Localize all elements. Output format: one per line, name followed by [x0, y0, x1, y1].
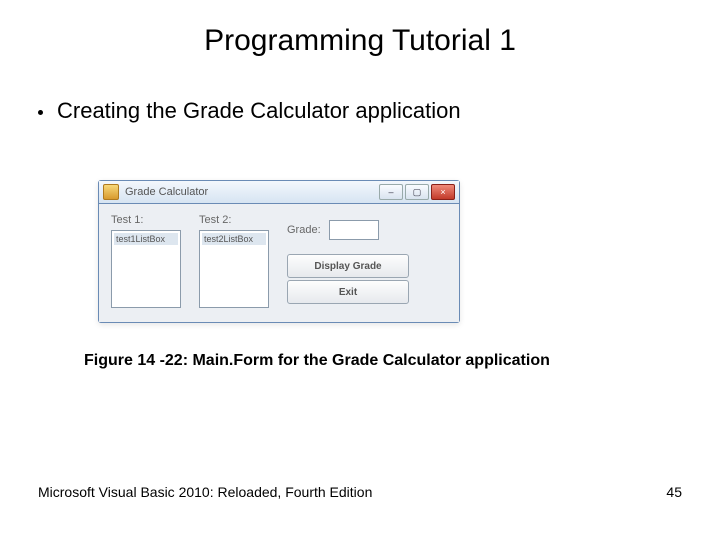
slide-title: Programming Tutorial 1 — [0, 24, 720, 58]
grade-row: Grade: — [287, 220, 447, 240]
test1-listbox[interactable]: test1ListBox — [111, 230, 181, 308]
exit-button[interactable]: Exit — [287, 280, 409, 304]
figure: Grade Calculator – ▢ × Test 1: test1List… — [98, 180, 458, 323]
vb-window: Grade Calculator – ▢ × Test 1: test1List… — [98, 180, 460, 323]
button-stack: Display Grade Exit — [287, 254, 447, 304]
close-icon: × — [432, 185, 454, 199]
app-icon — [103, 184, 119, 200]
bullet-text: Creating the Grade Calculator applicatio… — [57, 98, 461, 124]
display-grade-button[interactable]: Display Grade — [287, 254, 409, 278]
test1-label: Test 1: — [111, 214, 181, 226]
grade-output — [329, 220, 379, 240]
grade-label: Grade: — [287, 224, 321, 236]
footer-source: Microsoft Visual Basic 2010: Reloaded, F… — [38, 484, 372, 500]
window-title: Grade Calculator — [125, 186, 373, 198]
list-item[interactable]: test1ListBox — [114, 233, 178, 245]
window-body: Test 1: test1ListBox Test 2: test2ListBo… — [99, 204, 459, 322]
minimize-button[interactable]: – — [379, 184, 403, 200]
page-number: 45 — [666, 484, 682, 500]
test2-column: Test 2: test2ListBox — [199, 214, 269, 308]
test2-listbox[interactable]: test2ListBox — [199, 230, 269, 308]
window-titlebar: Grade Calculator – ▢ × — [99, 181, 459, 204]
maximize-button[interactable]: ▢ — [405, 184, 429, 200]
window-buttons: – ▢ × — [379, 184, 455, 200]
test1-column: Test 1: test1ListBox — [111, 214, 181, 308]
right-column: Grade: Display Grade Exit — [287, 220, 447, 308]
figure-caption: Figure 14 -22: Main.Form for the Grade C… — [84, 352, 550, 370]
maximize-icon: ▢ — [406, 185, 428, 199]
list-item[interactable]: test2ListBox — [202, 233, 266, 245]
close-button[interactable]: × — [431, 184, 455, 200]
test2-label: Test 2: — [199, 214, 269, 226]
minimize-icon: – — [380, 185, 402, 199]
bullet-dot-icon — [38, 110, 43, 115]
bullet-item: Creating the Grade Calculator applicatio… — [38, 98, 461, 124]
